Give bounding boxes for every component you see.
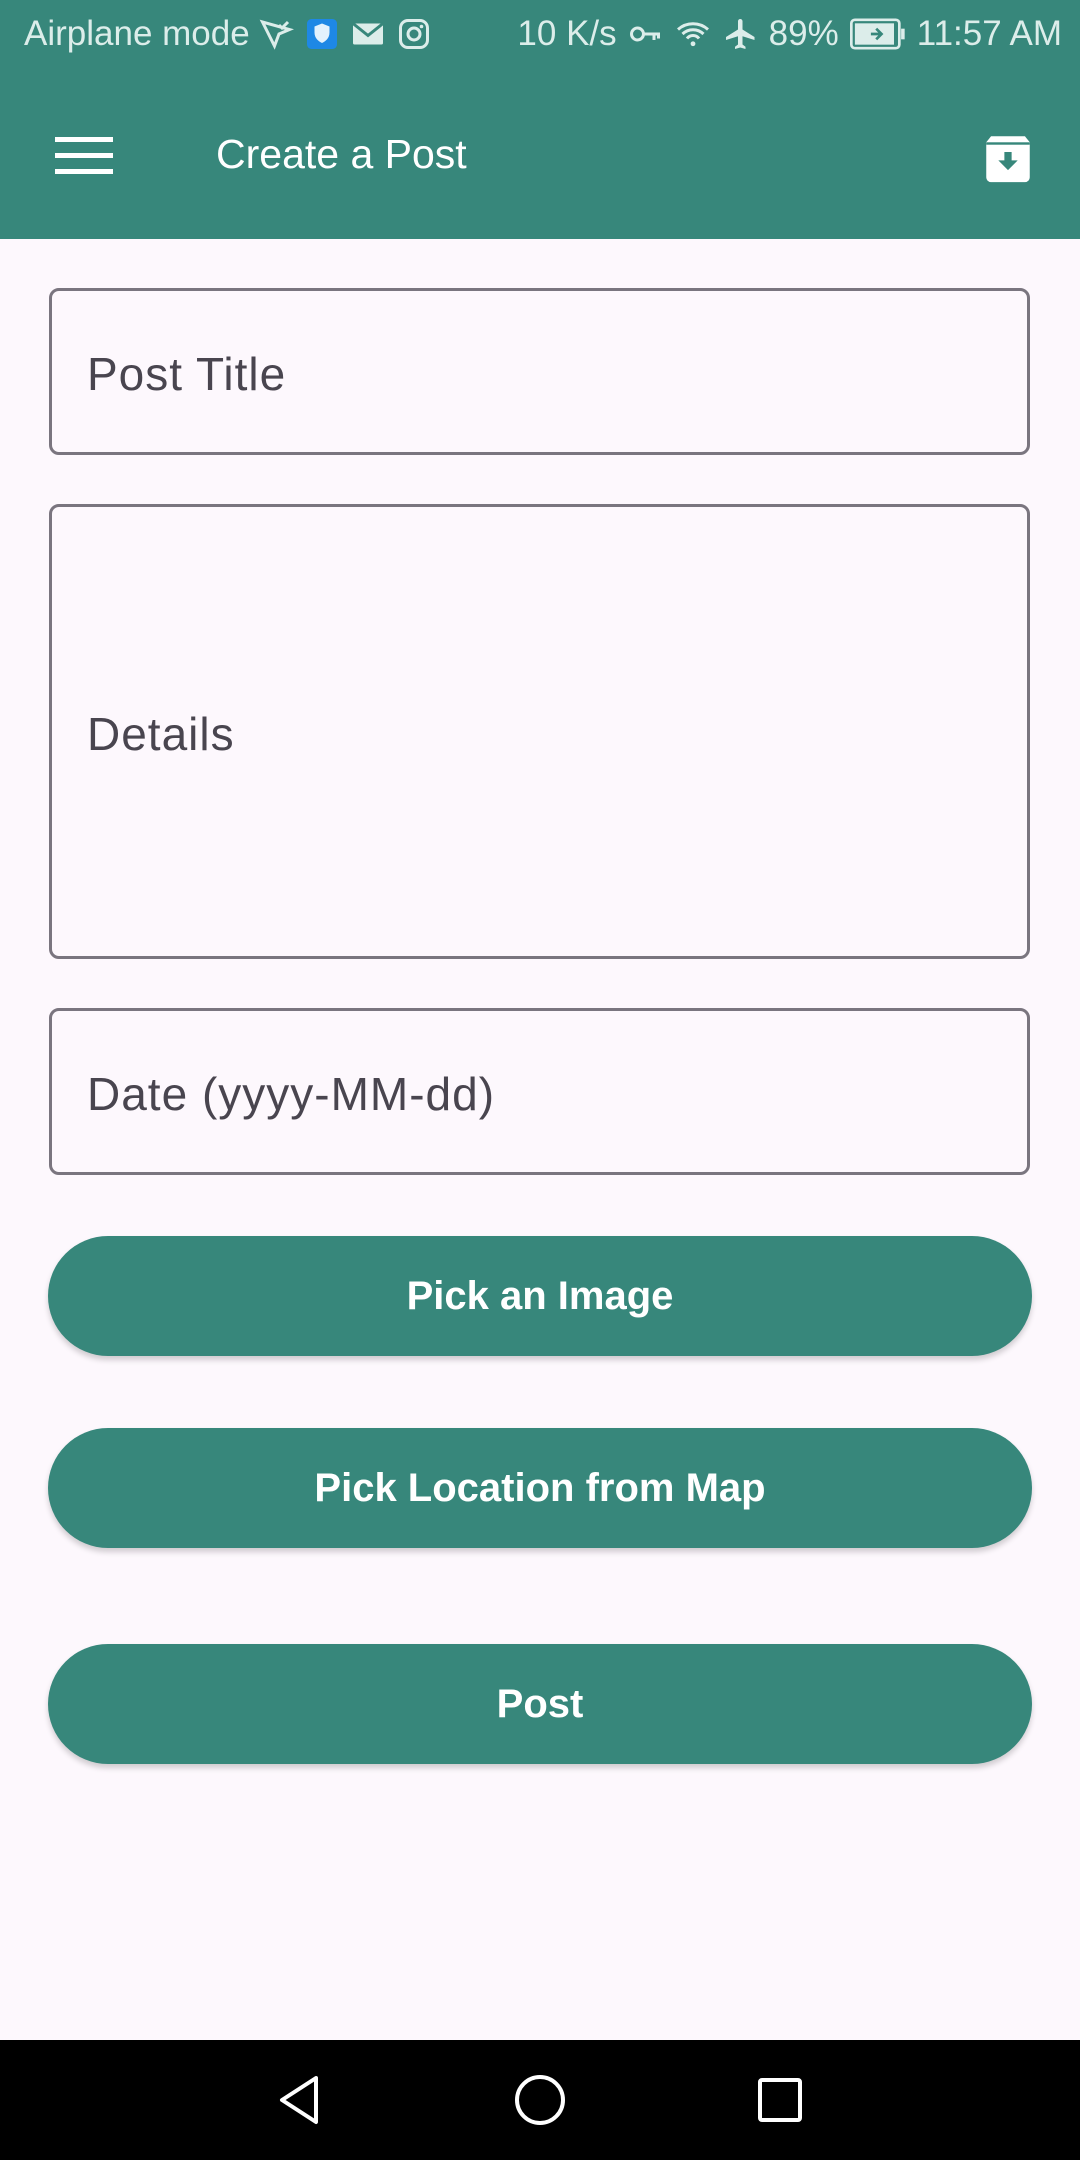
instagram-icon xyxy=(394,14,434,54)
wifi-icon xyxy=(673,14,713,54)
pick-image-button[interactable]: Pick an Image xyxy=(48,1236,1032,1356)
details-field[interactable]: Details xyxy=(49,504,1030,959)
date-placeholder: Date (yyyy-MM-dd) xyxy=(87,1068,496,1120)
menu-button[interactable] xyxy=(48,126,120,186)
airplane-mode-text: Airplane mode xyxy=(24,14,250,53)
battery-percent: 89% xyxy=(768,14,839,53)
archive-download-icon xyxy=(986,136,1030,183)
post-button[interactable]: Post xyxy=(48,1644,1032,1764)
status-bar: Airplane mode 10 K/s 89% 11:57 AM xyxy=(0,0,1080,72)
pick-location-button[interactable]: Pick Location from Map xyxy=(48,1428,1032,1548)
details-placeholder: Details xyxy=(87,708,235,760)
home-button[interactable] xyxy=(510,2070,570,2130)
archive-button[interactable] xyxy=(978,128,1038,188)
menu-icon xyxy=(55,137,113,174)
post-title-field[interactable]: Post Title xyxy=(49,288,1030,455)
back-button[interactable] xyxy=(270,2070,330,2130)
network-speed: 10 K/s xyxy=(517,14,617,53)
shield-icon xyxy=(302,14,342,54)
vpn-check-icon xyxy=(256,14,296,54)
battery-icon xyxy=(847,14,909,54)
recents-icon xyxy=(758,2078,802,2122)
airplane-icon xyxy=(721,14,761,54)
key-icon xyxy=(625,14,665,54)
mail-icon xyxy=(348,14,388,54)
home-icon xyxy=(515,2075,565,2125)
recents-button[interactable] xyxy=(750,2070,810,2130)
date-field[interactable]: Date (yyyy-MM-dd) xyxy=(49,1008,1030,1175)
post-title-placeholder: Post Title xyxy=(87,348,287,400)
clock: 11:57 AM xyxy=(916,14,1062,53)
back-icon xyxy=(280,2076,318,2124)
navigation-bar xyxy=(0,2040,1080,2160)
page-title: Create a Post xyxy=(216,131,467,177)
app-bar: Airplane mode 10 K/s 89% 11:57 AM Create… xyxy=(0,0,1080,239)
